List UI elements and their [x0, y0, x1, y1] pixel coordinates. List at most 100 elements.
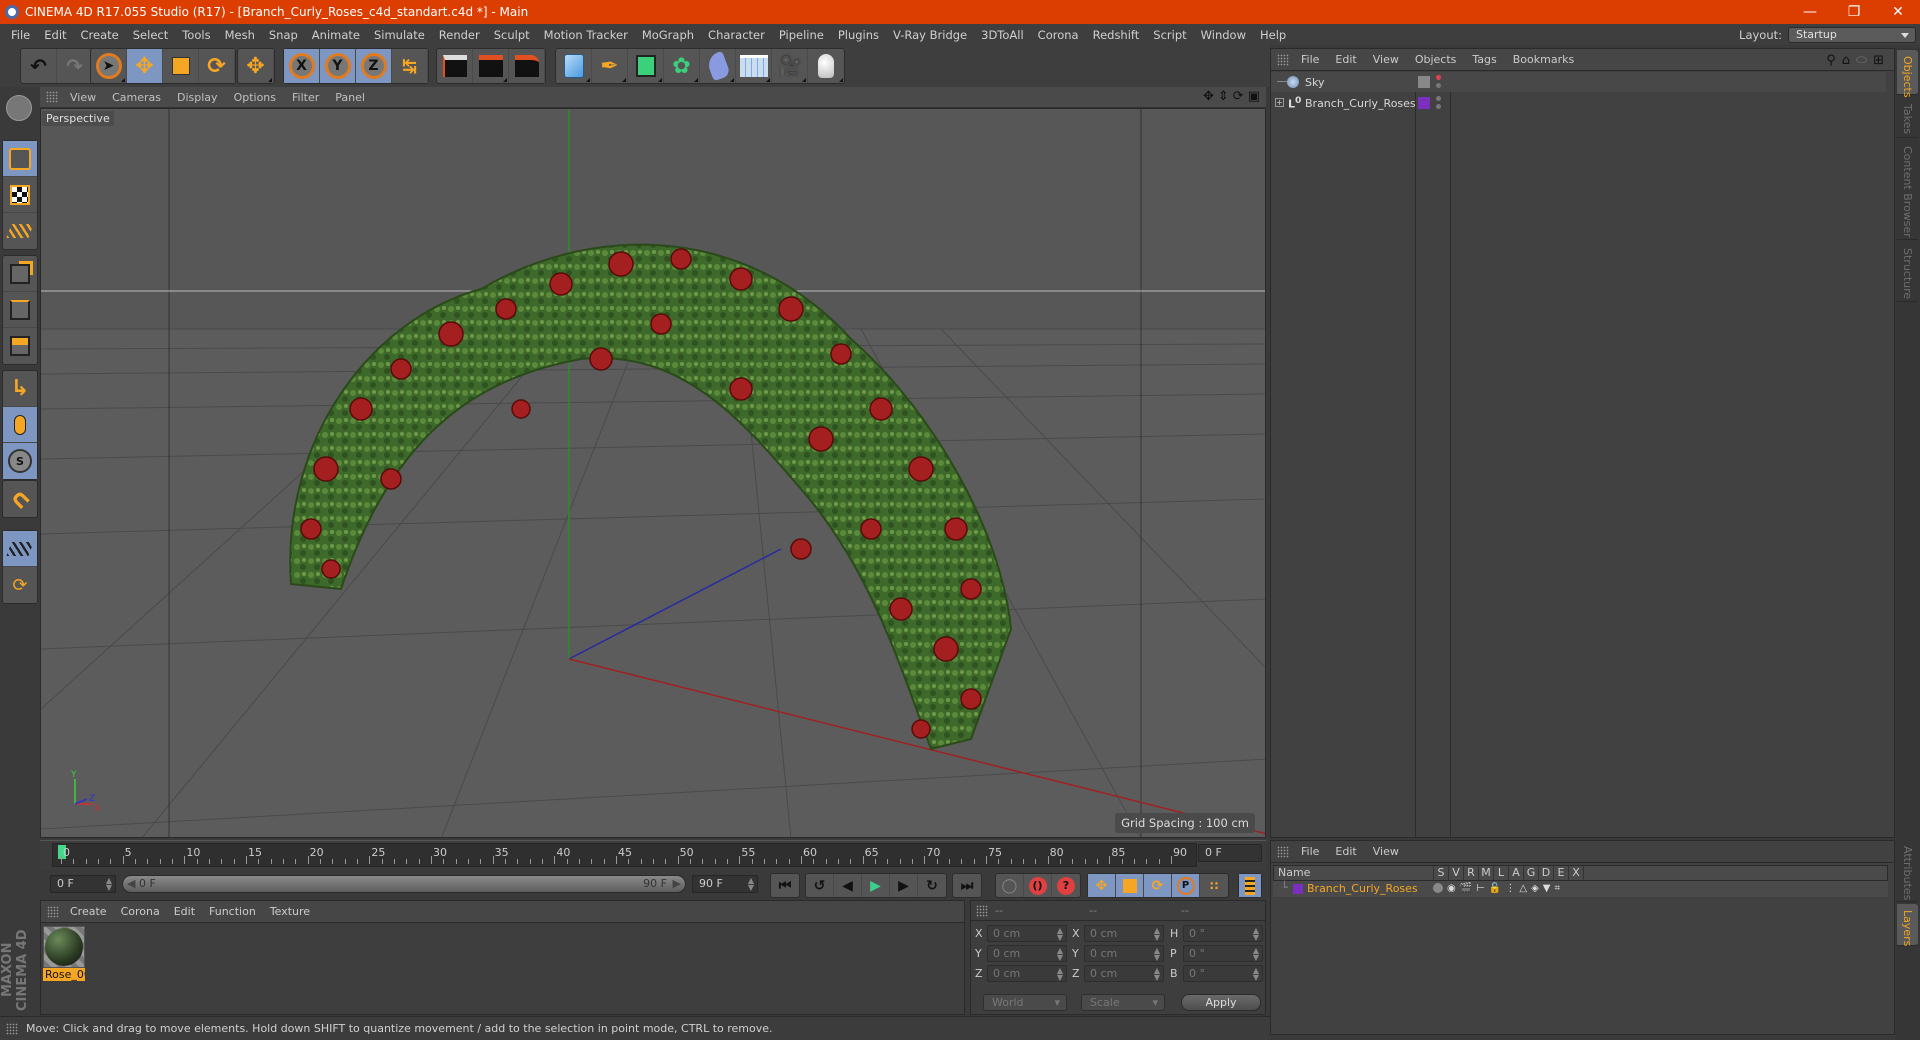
render-view-button[interactable] — [437, 49, 473, 83]
xref-flag-icon[interactable]: ⌗ — [1554, 883, 1560, 894]
undo-button[interactable]: ↶ — [21, 49, 57, 83]
objects-menu-edit[interactable]: Edit — [1327, 53, 1364, 66]
coord-field[interactable]: 0 ° ▲ ▼ — [1183, 945, 1263, 962]
objects-menu-bookmarks[interactable]: Bookmarks — [1505, 53, 1582, 66]
viewport-menu-display[interactable]: Display — [169, 91, 226, 104]
current-frame-field[interactable]: 0 F — [1198, 844, 1262, 862]
render-picture-viewer-button[interactable] — [473, 49, 509, 83]
minimize-button[interactable]: — — [1788, 0, 1832, 24]
menu-pipeline[interactable]: Pipeline — [772, 28, 831, 42]
render-flag-icon[interactable]: 🎬 — [1460, 883, 1472, 894]
viewport-menu-cameras[interactable]: Cameras — [104, 91, 169, 104]
last-tool-button[interactable]: ✥ — [238, 49, 274, 83]
menu-snap[interactable]: Snap — [262, 28, 305, 42]
next-frame-button[interactable]: ▶ — [890, 874, 918, 897]
coord-field[interactable]: 0 cm ▲ ▼ — [1084, 965, 1164, 982]
subdivision-button[interactable] — [628, 49, 664, 83]
animation-flag-icon[interactable]: ⋮ — [1505, 883, 1515, 894]
coordinate-system-button[interactable]: ↹ — [392, 49, 428, 83]
coord-field[interactable]: 0 cm ▲ ▼ — [1084, 925, 1164, 942]
menu-v-ray-bridge[interactable]: V-Ray Bridge — [886, 28, 974, 42]
coord-field[interactable]: 0 cm ▲ ▼ — [987, 945, 1067, 962]
menu-edit[interactable]: Edit — [37, 28, 73, 42]
solo-flag-icon[interactable] — [1433, 883, 1443, 893]
key-parameter-button[interactable]: P — [1172, 874, 1200, 897]
spinner-icon[interactable]: ▲ ▼ — [1057, 927, 1063, 942]
menu-character[interactable]: Character — [701, 28, 772, 42]
layout-dropdown[interactable]: Startup — [1788, 26, 1916, 43]
prev-frame-button[interactable]: ◀ — [834, 874, 862, 897]
objects-menu-tags[interactable]: Tags — [1464, 53, 1504, 66]
spinner-icon[interactable]: ▲ ▼ — [1057, 967, 1063, 982]
viewport-menu-panel[interactable]: Panel — [327, 91, 373, 104]
menu-mograph[interactable]: MoGraph — [635, 28, 701, 42]
coord-field[interactable]: 0 ° ▲ ▼ — [1183, 965, 1263, 982]
preview-range-slider[interactable]: ◀ 0 F 90 F ▶ — [122, 875, 686, 893]
material-menu-corona[interactable]: Corona — [114, 905, 167, 918]
menu-sculpt[interactable]: Sculpt — [487, 28, 537, 42]
cube-button[interactable] — [556, 49, 592, 83]
menu-file[interactable]: File — [4, 28, 37, 42]
go-to-end-button[interactable]: ⏭ — [953, 874, 981, 897]
z-axis-button[interactable]: Z — [356, 49, 392, 83]
visibility-render-dot[interactable] — [1436, 83, 1441, 88]
spinner-icon[interactable]: ▲ ▼ — [1253, 947, 1259, 962]
tab-structure[interactable]: Structure — [1897, 242, 1918, 302]
coord-field[interactable]: 0 ° ▲ ▼ — [1183, 925, 1263, 942]
axis-mode-button[interactable]: ↳ — [3, 371, 37, 407]
layer-col-name[interactable]: Name — [1274, 866, 1434, 880]
visibility-editor-dot[interactable] — [1436, 75, 1441, 80]
material-menu-edit[interactable]: Edit — [167, 905, 202, 918]
orbit-icon[interactable]: ⟳ — [1233, 89, 1244, 104]
camera-button[interactable]: 🎥 — [772, 49, 808, 83]
move-button[interactable]: ✥ — [127, 49, 163, 83]
tab-layers[interactable]: Layers — [1897, 904, 1918, 946]
layer-col-l[interactable]: L — [1494, 866, 1509, 880]
objects-menu-objects[interactable]: Objects — [1407, 53, 1465, 66]
layer-color-swatch[interactable] — [1418, 97, 1430, 109]
viewport-menu-view[interactable]: View — [62, 91, 104, 104]
play-button[interactable]: ▶ — [862, 874, 890, 897]
texture-mode-button[interactable] — [3, 177, 37, 213]
live-selection-button[interactable]: ➤ — [91, 49, 127, 83]
pen-button[interactable]: ✒ — [592, 49, 628, 83]
edges-mode-button[interactable] — [3, 292, 37, 328]
light-button[interactable] — [808, 49, 844, 83]
expressions-flag-icon[interactable]: ▼ — [1543, 883, 1551, 894]
coord-field[interactable]: 0 cm ▲ ▼ — [1084, 945, 1164, 962]
x-axis-button[interactable]: X — [284, 49, 320, 83]
menu-window[interactable]: Window — [1194, 28, 1253, 42]
deformer-button[interactable] — [700, 49, 736, 83]
menu-animate[interactable]: Animate — [305, 28, 367, 42]
layer-col-d[interactable]: D — [1539, 866, 1554, 880]
size-mode-select[interactable]: Scale ▾ — [1081, 994, 1165, 1011]
material-menu-create[interactable]: Create — [63, 905, 114, 918]
visibility-render-dot[interactable] — [1436, 104, 1441, 109]
visibility-editor-dot[interactable] — [1436, 96, 1441, 101]
close-button[interactable]: ✕ — [1876, 0, 1920, 24]
tab-attributes[interactable]: Attributes — [1897, 840, 1918, 902]
eye-icon[interactable]: ⬭ — [1856, 53, 1867, 68]
layer-col-r[interactable]: R — [1464, 866, 1479, 880]
record-button[interactable]: ◯ — [996, 874, 1024, 897]
locked-workplane-button[interactable] — [3, 531, 37, 567]
make-editable-button[interactable] — [2, 90, 36, 126]
layer-row[interactable]: └ Branch_Curly_Roses ◉ 🎬 ⊢ 🔓 ⋮ △ ◈ ▼ ⌗ — [1273, 881, 1888, 897]
start-frame-field[interactable]: 0 F ▲ ▼ — [50, 875, 116, 893]
layer-menu-edit[interactable]: Edit — [1327, 845, 1364, 858]
menu-simulate[interactable]: Simulate — [367, 28, 432, 42]
workplane-mode-button[interactable] — [3, 213, 37, 249]
layer-name[interactable]: Branch_Curly_Roses — [1307, 882, 1418, 895]
deformers-flag-icon[interactable]: ◈ — [1531, 883, 1539, 894]
autokey-button[interactable]: () — [1024, 874, 1052, 897]
menu-create[interactable]: Create — [74, 28, 126, 42]
generators-flag-icon[interactable]: △ — [1519, 883, 1527, 894]
material-menu-texture[interactable]: Texture — [263, 905, 317, 918]
scale-button[interactable] — [163, 49, 199, 83]
end-frame-field[interactable]: 90 F ▲ ▼ — [692, 875, 758, 893]
coord-field[interactable]: 0 cm ▲ ▼ — [987, 925, 1067, 942]
spinner-icon[interactable]: ▲ ▼ — [1154, 967, 1160, 982]
menu-select[interactable]: Select — [126, 28, 175, 42]
layer-col-s[interactable]: S — [1434, 866, 1449, 880]
material-swatch[interactable]: Rose_00 — [43, 926, 87, 986]
